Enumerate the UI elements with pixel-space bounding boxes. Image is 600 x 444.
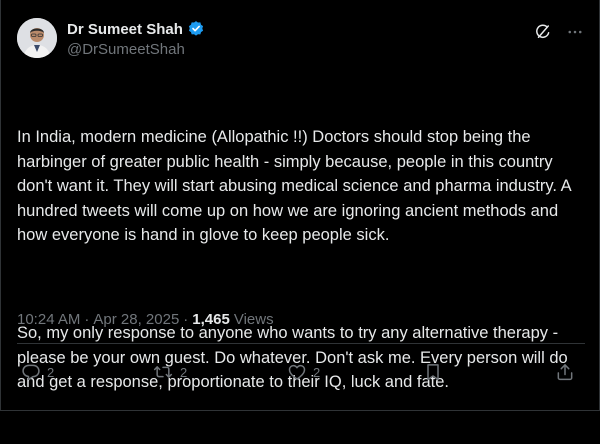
author-name[interactable]: Dr Sumeet Shah xyxy=(67,21,183,38)
meta-separator: · xyxy=(84,311,90,328)
like-icon xyxy=(288,364,306,380)
bookmark-button[interactable] xyxy=(423,358,443,386)
tweet-header: Dr Sumeet Shah @DrSumeetShah xyxy=(17,14,585,62)
repost-count: 2 xyxy=(180,364,188,380)
header-actions xyxy=(533,22,585,42)
more-icon[interactable] xyxy=(565,22,585,42)
tweet-actions: 2 2 2 xyxy=(17,358,585,386)
tweet-date[interactable]: Apr 28, 2025 xyxy=(93,311,179,328)
reply-button[interactable]: 2 xyxy=(21,358,54,386)
tweet-text: In India, modern medicine (Allopathic !!… xyxy=(17,76,587,444)
views-label: Views xyxy=(233,311,274,328)
reply-icon xyxy=(22,364,40,381)
tweet-meta: 10:24 AM · Apr 28, 2025 · 1,465 Views xyxy=(17,311,274,328)
like-count: 2 xyxy=(313,364,321,380)
avatar-image xyxy=(17,18,57,58)
reply-count: 2 xyxy=(47,364,55,380)
avatar[interactable] xyxy=(17,18,57,58)
repost-button[interactable]: 2 xyxy=(152,358,187,386)
grok-icon[interactable] xyxy=(533,22,553,42)
repost-icon xyxy=(153,366,173,378)
share-button[interactable] xyxy=(555,358,575,386)
tweet-time[interactable]: 10:24 AM xyxy=(17,311,80,328)
bookmark-icon xyxy=(427,364,439,381)
meta-separator: · xyxy=(183,311,189,328)
like-button[interactable]: 2 xyxy=(287,358,320,386)
divider xyxy=(17,343,585,344)
share-icon xyxy=(557,364,573,381)
author-name-row: Dr Sumeet Shah xyxy=(67,20,205,38)
verified-badge-icon[interactable] xyxy=(187,20,205,38)
tweet-paragraph: In India, modern medicine (Allopathic !!… xyxy=(17,128,576,244)
views-count: 1,465 xyxy=(192,311,230,328)
author-handle[interactable]: @DrSumeetShah xyxy=(67,41,185,58)
tweet-card: Dr Sumeet Shah @DrSumeetShah In India, m… xyxy=(0,0,600,411)
